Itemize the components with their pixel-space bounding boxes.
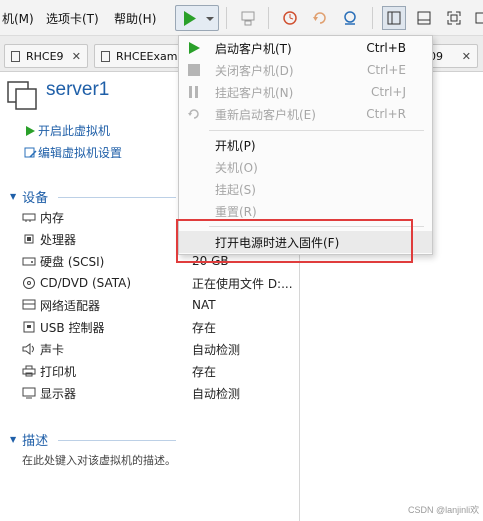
device-value: 正在使用文件 D:... <box>192 276 293 291</box>
devices-section-header[interactable]: ▼ 设备 <box>10 187 48 206</box>
printer-icon <box>22 365 36 377</box>
menu-item-shutdown-guest[interactable]: 关闭客户机(D) Ctrl+E <box>179 59 432 81</box>
power-on-vm-link[interactable]: 开启此虚拟机 <box>24 122 110 139</box>
menu-item-label: 重置(R) <box>215 204 257 219</box>
menu-tabs[interactable]: 选项卡(T) <box>46 10 99 27</box>
tab-label: RHCEExamp <box>116 49 180 63</box>
memory-icon <box>22 211 36 223</box>
devices-title: 设备 <box>22 191 49 206</box>
menu-item-shortcut: Ctrl+J <box>371 85 406 99</box>
device-row-network[interactable]: 网络适配器 NAT <box>22 294 297 316</box>
edit-settings-label: 编辑虚拟机设置 <box>38 146 123 160</box>
unity-icon[interactable] <box>470 6 483 30</box>
menu-item-shortcut: Ctrl+R <box>366 107 406 121</box>
stop-icon <box>188 64 200 76</box>
menu-item-label: 关闭客户机(D) <box>215 63 294 78</box>
edit-vm-settings-link[interactable]: 编辑虚拟机设置 <box>24 144 122 161</box>
menu-item-label: 重新启动客户机(E) <box>215 107 316 122</box>
menu-machine[interactable]: 机(M) <box>2 10 34 27</box>
menu-item-shortcut: Ctrl+E <box>367 63 406 77</box>
device-value: 自动检测 <box>192 342 241 357</box>
device-name: 硬盘 (SCSI) <box>40 254 105 269</box>
play-icon <box>26 125 35 136</box>
snapshot-manager-icon[interactable] <box>338 6 362 30</box>
toolbar-separator <box>372 7 373 29</box>
device-name: 打印机 <box>40 364 77 379</box>
device-name: 内存 <box>40 210 65 225</box>
tab-rhceexamp[interactable]: RHCEExamp <box>94 44 180 68</box>
menu-item-start-guest[interactable]: 启动客户机(T) Ctrl+B <box>179 37 432 59</box>
tab-rhce9[interactable]: RHCE9 ✕ <box>4 44 88 68</box>
device-row-cd-dvd[interactable]: CD/DVD (SATA) 正在使用文件 D:... <box>22 272 297 294</box>
library-view-icon[interactable] <box>382 6 406 30</box>
monitor-icon <box>22 387 36 399</box>
device-value: NAT <box>192 298 216 312</box>
cd-dvd-icon <box>22 277 36 289</box>
vm-name: server1 <box>46 79 110 100</box>
device-value: 存在 <box>192 364 217 379</box>
processor-icon <box>22 233 36 245</box>
console-view-icon[interactable] <box>412 6 436 30</box>
description-section-header[interactable]: ▼ 描述 <box>10 430 48 449</box>
vm-tab-icon <box>101 50 110 62</box>
revert-snapshot-icon[interactable] <box>308 6 332 30</box>
collapse-arrow-icon: ▼ <box>10 192 17 201</box>
menu-item-power-off[interactable]: 关机(O) <box>179 156 432 178</box>
hard-disk-icon <box>22 255 36 267</box>
close-icon[interactable]: ✕ <box>462 50 471 63</box>
network-adapter-icon <box>22 299 36 311</box>
device-value: 存在 <box>192 320 217 335</box>
power-on-label: 开启此虚拟机 <box>38 124 111 138</box>
vm-tab-icon <box>11 50 20 62</box>
menu-help[interactable]: 帮助(H) <box>114 10 156 27</box>
menu-item-label: 启动客户机(T) <box>215 41 292 56</box>
vm-icon <box>7 81 37 110</box>
menu-item-power-on[interactable]: 开机(P) <box>179 134 432 156</box>
toolbar-separator <box>268 7 269 29</box>
tab-label: RHCE9 <box>26 49 64 63</box>
device-name: 声卡 <box>40 342 65 357</box>
collapse-arrow-icon: ▼ <box>10 435 17 444</box>
device-row-display[interactable]: 显示器 自动检测 <box>22 382 297 404</box>
description-text[interactable]: 在此处键入对该虚拟机的描述。 <box>22 452 176 468</box>
device-name: CD/DVD (SATA) <box>40 276 132 290</box>
device-name: 网络适配器 <box>40 298 101 313</box>
menubar: 机(M) 选项卡(T) 帮助(H) <box>0 0 483 36</box>
settings-icon <box>24 147 37 158</box>
menu-item-label: 挂起(S) <box>215 182 256 197</box>
section-divider <box>58 440 176 441</box>
menu-separator <box>209 130 424 131</box>
menu-item-suspend-guest[interactable]: 挂起客户机(N) Ctrl+J <box>179 81 432 103</box>
play-icon <box>184 11 214 26</box>
device-name: 处理器 <box>40 232 77 247</box>
section-divider <box>58 197 176 198</box>
device-name: USB 控制器 <box>40 320 105 335</box>
usb-icon <box>22 321 36 333</box>
device-row-usb[interactable]: USB 控制器 存在 <box>22 316 297 338</box>
menu-item-label: 挂起客户机(N) <box>215 85 294 100</box>
device-row-sound[interactable]: 声卡 自动检测 <box>22 338 297 360</box>
speaker-icon <box>22 343 36 355</box>
power-dropdown-button[interactable] <box>175 5 219 31</box>
highlight-annotation-box <box>176 219 413 263</box>
device-row-printer[interactable]: 打印机 存在 <box>22 360 297 382</box>
menu-item-shortcut: Ctrl+B <box>366 41 406 55</box>
description-title: 描述 <box>22 434 49 449</box>
menu-item-label: 关机(O) <box>215 160 258 175</box>
menu-item-label: 开机(P) <box>215 138 256 153</box>
snapshot-icon[interactable] <box>278 6 302 30</box>
send-ctrl-alt-del-icon[interactable] <box>236 6 260 30</box>
toolbar-separator <box>226 7 227 29</box>
menu-item-restart-guest[interactable]: 重新启动客户机(E) Ctrl+R <box>179 103 432 125</box>
pause-icon <box>189 86 198 98</box>
close-icon[interactable]: ✕ <box>72 50 81 63</box>
play-icon <box>189 42 200 54</box>
restart-icon <box>188 109 199 119</box>
watermark: CSDN @lanjinli欢 <box>408 505 480 515</box>
device-name: 显示器 <box>40 386 77 401</box>
device-value: 自动检测 <box>192 386 241 401</box>
menu-item-suspend[interactable]: 挂起(S) <box>179 178 432 200</box>
fullscreen-icon[interactable] <box>442 6 466 30</box>
